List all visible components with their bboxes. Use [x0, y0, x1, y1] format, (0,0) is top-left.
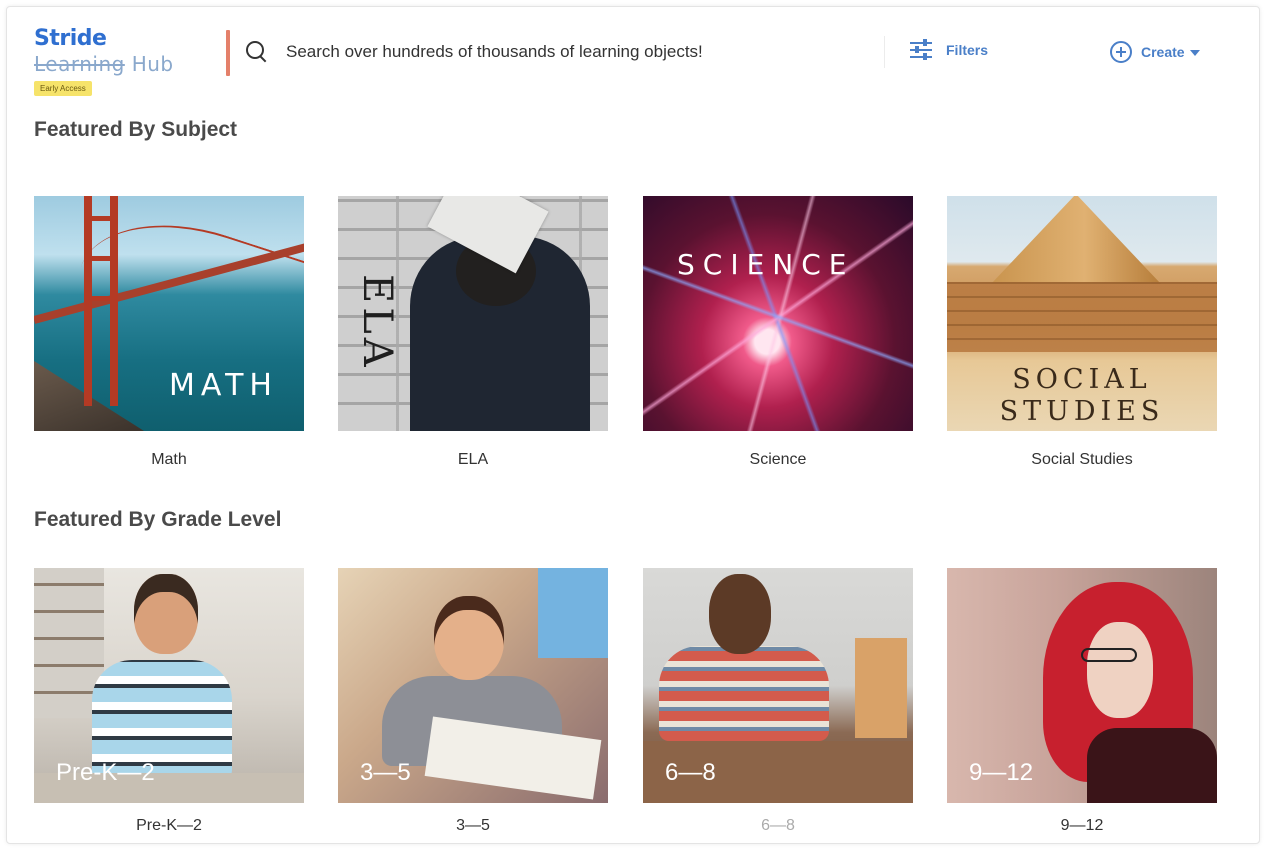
grade-9-12-caption[interactable]: 9—12 — [947, 817, 1217, 835]
stride-logo[interactable]: Stride Learning Hub Early Access — [34, 26, 204, 96]
math-caption[interactable]: Math — [34, 451, 304, 469]
create-label: Create — [1141, 44, 1185, 60]
subject-card-ela[interactable]: ELA ELA — [338, 196, 608, 469]
ela-tile-image[interactable]: ELA — [338, 196, 608, 431]
grade-3-5-caption[interactable]: 3—5 — [338, 817, 608, 835]
ela-caption[interactable]: ELA — [338, 451, 608, 469]
grade-3-5-tile-image[interactable]: 3—5 — [338, 568, 608, 803]
grade-9-12-tile-image[interactable]: 9—12 — [947, 568, 1217, 803]
grade-section-title: Featured By Grade Level — [34, 508, 282, 531]
subject-card-science[interactable]: SCIENCE Science — [643, 196, 913, 469]
plus-circle-icon — [1110, 41, 1132, 63]
math-tile-label: MATH — [169, 368, 278, 403]
early-access-badge: Early Access — [34, 81, 92, 96]
social-studies-tile-image[interactable]: SOCIAL STUDIES — [947, 196, 1217, 431]
grade-card-prek-2[interactable]: Pre-K—2 Pre-K—2 — [34, 568, 304, 835]
header-accent-divider — [226, 30, 230, 76]
social-studies-tile-line2: STUDIES — [999, 396, 1165, 427]
social-studies-tile-line1: SOCIAL — [1012, 364, 1152, 395]
grade-card-3-5[interactable]: 3—5 3—5 — [338, 568, 608, 835]
subject-card-social-studies[interactable]: SOCIAL STUDIES Social Studies — [947, 196, 1217, 469]
science-tile-image[interactable]: SCIENCE — [643, 196, 913, 431]
grade-9-12-tile-label: 9—12 — [969, 759, 1034, 786]
science-caption[interactable]: Science — [643, 451, 913, 469]
filters-label: Filters — [946, 42, 989, 58]
math-tile-image[interactable]: MATH — [34, 196, 304, 431]
grade-6-8-caption[interactable]: 6—8 — [643, 817, 913, 835]
prek-2-tile-image[interactable]: Pre-K—2 — [34, 568, 304, 803]
prek-2-tile-label: Pre-K—2 — [56, 759, 155, 786]
header-separator — [884, 36, 885, 68]
ela-tile-label: ELA — [354, 274, 400, 371]
search-icon[interactable] — [244, 39, 270, 65]
search-bar[interactable]: Search over hundreds of thousands of lea… — [244, 36, 864, 68]
grade-6-8-tile-image[interactable]: 6—8 — [643, 568, 913, 803]
subject-section-title: Featured By Subject — [34, 118, 238, 141]
create-button[interactable]: Create — [1110, 41, 1200, 63]
filters-icon — [910, 39, 932, 60]
filters-button[interactable]: Filters — [910, 39, 989, 60]
caret-down-icon — [1189, 50, 1200, 56]
science-tile-label: SCIENCE — [677, 248, 855, 281]
logo-strike-text: Learning — [34, 52, 125, 76]
prek-2-caption[interactable]: Pre-K—2 — [34, 817, 304, 835]
subject-card-math[interactable]: MATH Math — [34, 196, 304, 469]
logo-secondary-text: Learning Hub — [34, 52, 204, 76]
grade-3-5-tile-label: 3—5 — [360, 759, 411, 786]
logo-primary-text: Stride — [34, 26, 107, 51]
social-studies-caption[interactable]: Social Studies — [947, 451, 1217, 469]
grade-card-9-12[interactable]: 9—12 9—12 — [947, 568, 1217, 835]
grade-6-8-tile-label: 6—8 — [665, 759, 716, 786]
logo-hub-text: Hub — [131, 52, 174, 76]
social-studies-tile-label: SOCIAL STUDIES — [947, 364, 1217, 428]
search-input[interactable]: Search over hundreds of thousands of lea… — [286, 42, 703, 62]
grade-card-6-8[interactable]: 6—8 6—8 — [643, 568, 913, 835]
